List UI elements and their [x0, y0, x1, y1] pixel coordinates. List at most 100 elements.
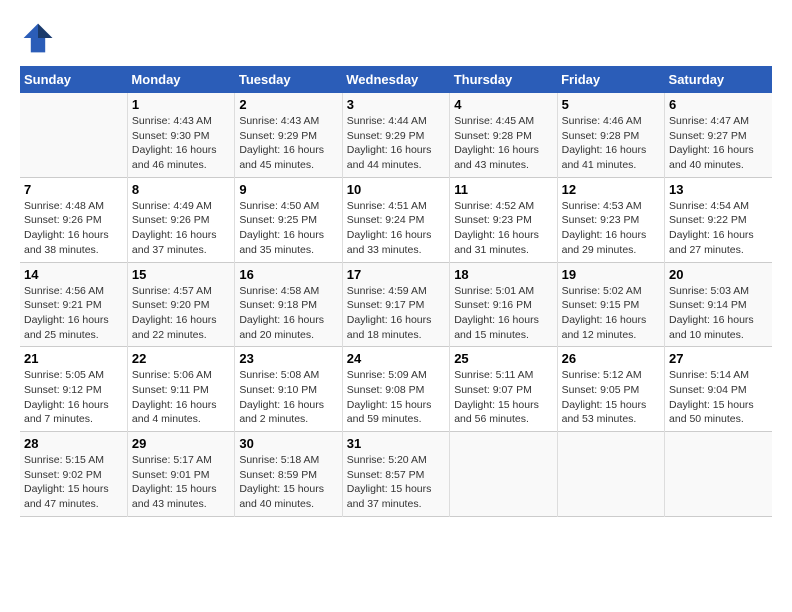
calendar-cell: 18 Sunrise: 5:01 AM Sunset: 9:16 PM Dayli…	[450, 262, 557, 347]
calendar-cell: 5 Sunrise: 4:46 AM Sunset: 9:28 PM Daylig…	[557, 93, 664, 177]
day-info: Sunrise: 5:12 AM Sunset: 9:05 PM Dayligh…	[562, 368, 660, 427]
day-number: 2	[239, 97, 337, 112]
day-number: 13	[669, 182, 768, 197]
calendar-week-4: 21 Sunrise: 5:05 AM Sunset: 9:12 PM Dayli…	[20, 347, 772, 432]
calendar-cell: 13 Sunrise: 4:54 AM Sunset: 9:22 PM Dayli…	[665, 177, 772, 262]
day-number: 22	[132, 351, 230, 366]
day-number: 31	[347, 436, 445, 451]
day-info: Sunrise: 5:17 AM Sunset: 9:01 PM Dayligh…	[132, 453, 230, 512]
day-info: Sunrise: 5:01 AM Sunset: 9:16 PM Dayligh…	[454, 284, 552, 343]
calendar-cell: 1 Sunrise: 4:43 AM Sunset: 9:30 PM Daylig…	[127, 93, 234, 177]
day-number: 24	[347, 351, 445, 366]
day-number: 27	[669, 351, 768, 366]
day-number: 8	[132, 182, 230, 197]
calendar-cell: 11Sunrise: 4:52 AM Sunset: 9:23 PM Dayli…	[450, 177, 557, 262]
day-info: Sunrise: 5:14 AM Sunset: 9:04 PM Dayligh…	[669, 368, 768, 427]
calendar-cell: 4 Sunrise: 4:45 AM Sunset: 9:28 PM Daylig…	[450, 93, 557, 177]
day-number: 9	[239, 182, 337, 197]
day-info: Sunrise: 5:03 AM Sunset: 9:14 PM Dayligh…	[669, 284, 768, 343]
calendar-cell: 27 Sunrise: 5:14 AM Sunset: 9:04 PM Dayli…	[665, 347, 772, 432]
day-number: 10	[347, 182, 445, 197]
header-saturday: Saturday	[665, 66, 772, 93]
day-info: Sunrise: 4:43 AM Sunset: 9:30 PM Dayligh…	[132, 114, 230, 173]
day-info: Sunrise: 5:15 AM Sunset: 9:02 PM Dayligh…	[24, 453, 123, 512]
day-number: 25	[454, 351, 552, 366]
calendar-cell: 25 Sunrise: 5:11 AM Sunset: 9:07 PM Dayli…	[450, 347, 557, 432]
calendar-cell: 2 Sunrise: 4:43 AM Sunset: 9:29 PM Daylig…	[235, 93, 342, 177]
day-number: 11	[454, 182, 552, 197]
day-number: 23	[239, 351, 337, 366]
calendar-week-3: 14 Sunrise: 4:56 AM Sunset: 9:21 PM Dayli…	[20, 262, 772, 347]
header-thursday: Thursday	[450, 66, 557, 93]
calendar-week-1: 1 Sunrise: 4:43 AM Sunset: 9:30 PM Daylig…	[20, 93, 772, 177]
calendar-cell: 14 Sunrise: 4:56 AM Sunset: 9:21 PM Dayli…	[20, 262, 127, 347]
logo-icon	[20, 20, 56, 56]
calendar-cell: 28 Sunrise: 5:15 AM Sunset: 9:02 PM Dayli…	[20, 432, 127, 517]
calendar-cell: 20 Sunrise: 5:03 AM Sunset: 9:14 PM Dayli…	[665, 262, 772, 347]
day-number: 28	[24, 436, 123, 451]
header-tuesday: Tuesday	[235, 66, 342, 93]
calendar-cell: 19 Sunrise: 5:02 AM Sunset: 9:15 PM Dayli…	[557, 262, 664, 347]
calendar-cell	[665, 432, 772, 517]
day-info: Sunrise: 4:54 AM Sunset: 9:22 PM Dayligh…	[669, 199, 768, 258]
day-info: Sunrise: 4:53 AM Sunset: 9:23 PM Dayligh…	[562, 199, 660, 258]
day-info: Sunrise: 4:59 AM Sunset: 9:17 PM Dayligh…	[347, 284, 445, 343]
logo	[20, 20, 60, 56]
day-number: 18	[454, 267, 552, 282]
calendar-week-2: 7 Sunrise: 4:48 AM Sunset: 9:26 PM Daylig…	[20, 177, 772, 262]
calendar-cell: 16 Sunrise: 4:58 AM Sunset: 9:18 PM Dayli…	[235, 262, 342, 347]
calendar-cell	[450, 432, 557, 517]
day-number: 1	[132, 97, 230, 112]
day-number: 17	[347, 267, 445, 282]
day-info: Sunrise: 4:44 AM Sunset: 9:29 PM Dayligh…	[347, 114, 445, 173]
calendar-cell: 29Sunrise: 5:17 AM Sunset: 9:01 PM Dayli…	[127, 432, 234, 517]
day-info: Sunrise: 4:50 AM Sunset: 9:25 PM Dayligh…	[239, 199, 337, 258]
header-sunday: Sunday	[20, 66, 127, 93]
page-header	[20, 20, 772, 56]
calendar-cell: 10 Sunrise: 4:51 AM Sunset: 9:24 PM Dayli…	[342, 177, 449, 262]
header-wednesday: Wednesday	[342, 66, 449, 93]
day-info: Sunrise: 5:18 AM Sunset: 8:59 PM Dayligh…	[239, 453, 337, 512]
calendar-cell: 23Sunrise: 5:08 AM Sunset: 9:10 PM Dayli…	[235, 347, 342, 432]
calendar-cell: 7 Sunrise: 4:48 AM Sunset: 9:26 PM Daylig…	[20, 177, 127, 262]
calendar-cell: 15Sunrise: 4:57 AM Sunset: 9:20 PM Dayli…	[127, 262, 234, 347]
day-number: 15	[132, 267, 230, 282]
calendar-cell: 31Sunrise: 5:20 AM Sunset: 8:57 PM Dayli…	[342, 432, 449, 517]
day-number: 7	[24, 182, 123, 197]
header-monday: Monday	[127, 66, 234, 93]
day-info: Sunrise: 5:11 AM Sunset: 9:07 PM Dayligh…	[454, 368, 552, 427]
day-info: Sunrise: 4:58 AM Sunset: 9:18 PM Dayligh…	[239, 284, 337, 343]
day-info: Sunrise: 5:02 AM Sunset: 9:15 PM Dayligh…	[562, 284, 660, 343]
calendar-cell: 24 Sunrise: 5:09 AM Sunset: 9:08 PM Dayli…	[342, 347, 449, 432]
day-info: Sunrise: 5:06 AM Sunset: 9:11 PM Dayligh…	[132, 368, 230, 427]
calendar-cell: 30Sunrise: 5:18 AM Sunset: 8:59 PM Dayli…	[235, 432, 342, 517]
day-number: 4	[454, 97, 552, 112]
calendar-cell: 3Sunrise: 4:44 AM Sunset: 9:29 PM Daylig…	[342, 93, 449, 177]
day-number: 20	[669, 267, 768, 282]
day-info: Sunrise: 4:45 AM Sunset: 9:28 PM Dayligh…	[454, 114, 552, 173]
day-number: 16	[239, 267, 337, 282]
calendar-week-5: 28 Sunrise: 5:15 AM Sunset: 9:02 PM Dayli…	[20, 432, 772, 517]
day-number: 19	[562, 267, 660, 282]
calendar-cell: 21 Sunrise: 5:05 AM Sunset: 9:12 PM Dayli…	[20, 347, 127, 432]
day-number: 21	[24, 351, 123, 366]
day-info: Sunrise: 4:48 AM Sunset: 9:26 PM Dayligh…	[24, 199, 123, 258]
calendar-cell: 22 Sunrise: 5:06 AM Sunset: 9:11 PM Dayli…	[127, 347, 234, 432]
day-info: Sunrise: 4:43 AM Sunset: 9:29 PM Dayligh…	[239, 114, 337, 173]
day-number: 5	[562, 97, 660, 112]
day-info: Sunrise: 5:09 AM Sunset: 9:08 PM Dayligh…	[347, 368, 445, 427]
day-info: Sunrise: 4:49 AM Sunset: 9:26 PM Dayligh…	[132, 199, 230, 258]
calendar-cell	[557, 432, 664, 517]
day-info: Sunrise: 4:47 AM Sunset: 9:27 PM Dayligh…	[669, 114, 768, 173]
calendar-cell: 12 Sunrise: 4:53 AM Sunset: 9:23 PM Dayli…	[557, 177, 664, 262]
day-number: 6	[669, 97, 768, 112]
calendar-header-row: SundayMondayTuesdayWednesdayThursdayFrid…	[20, 66, 772, 93]
header-friday: Friday	[557, 66, 664, 93]
day-number: 14	[24, 267, 123, 282]
day-info: Sunrise: 4:56 AM Sunset: 9:21 PM Dayligh…	[24, 284, 123, 343]
day-info: Sunrise: 5:05 AM Sunset: 9:12 PM Dayligh…	[24, 368, 123, 427]
day-info: Sunrise: 4:51 AM Sunset: 9:24 PM Dayligh…	[347, 199, 445, 258]
day-number: 12	[562, 182, 660, 197]
day-info: Sunrise: 4:46 AM Sunset: 9:28 PM Dayligh…	[562, 114, 660, 173]
day-number: 26	[562, 351, 660, 366]
